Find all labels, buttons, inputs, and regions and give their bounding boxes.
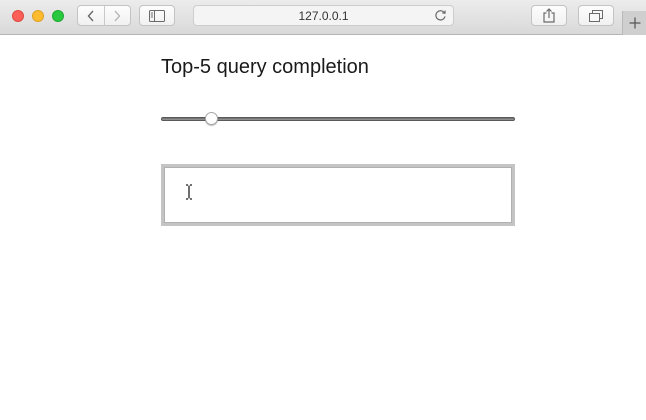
- navigation-buttons: [77, 5, 131, 26]
- page-title: Top-5 query completion: [161, 56, 369, 78]
- chevron-left-icon: [87, 10, 94, 21]
- plus-icon: [629, 17, 640, 29]
- back-button[interactable]: [78, 6, 104, 25]
- browser-window: 127.0.0.1 Top-5 query completion: [0, 0, 646, 420]
- slider-thumb[interactable]: [205, 112, 218, 125]
- new-tab-button[interactable]: [622, 11, 646, 35]
- tabs-overview-button[interactable]: [578, 5, 614, 26]
- browser-toolbar: 127.0.0.1: [0, 0, 646, 35]
- forward-button[interactable]: [105, 6, 131, 25]
- sidebar-button[interactable]: [139, 5, 175, 26]
- completion-count-slider[interactable]: [161, 111, 515, 127]
- maximize-window-button[interactable]: [52, 10, 64, 22]
- close-window-button[interactable]: [12, 10, 24, 22]
- minimize-window-button[interactable]: [32, 10, 44, 22]
- address-bar[interactable]: 127.0.0.1: [193, 5, 454, 26]
- sidebar-icon: [149, 9, 165, 22]
- reload-icon[interactable]: [434, 9, 447, 22]
- page-content: Top-5 query completion: [0, 35, 646, 420]
- query-input[interactable]: [161, 164, 515, 226]
- chevron-right-icon: [114, 10, 121, 21]
- address-text: 127.0.0.1: [298, 9, 349, 23]
- tabs-overview-icon: [589, 9, 603, 22]
- share-button[interactable]: [531, 5, 567, 26]
- share-icon: [543, 8, 555, 23]
